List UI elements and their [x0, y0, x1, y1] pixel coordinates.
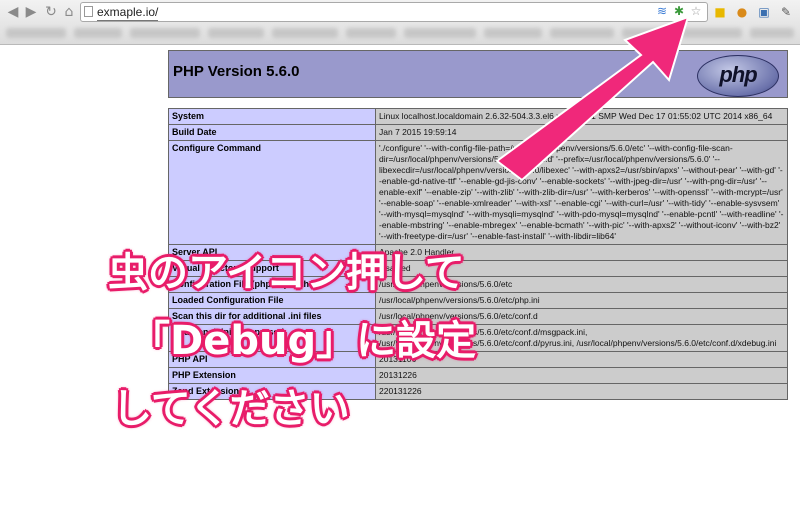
- annotation-line-3: してください: [112, 386, 350, 432]
- annotation-line-2: 「Debug」に設定: [130, 318, 477, 364]
- annotation-line-1: 虫のアイコン押して: [108, 250, 465, 296]
- arrow-shape: [495, 15, 690, 182]
